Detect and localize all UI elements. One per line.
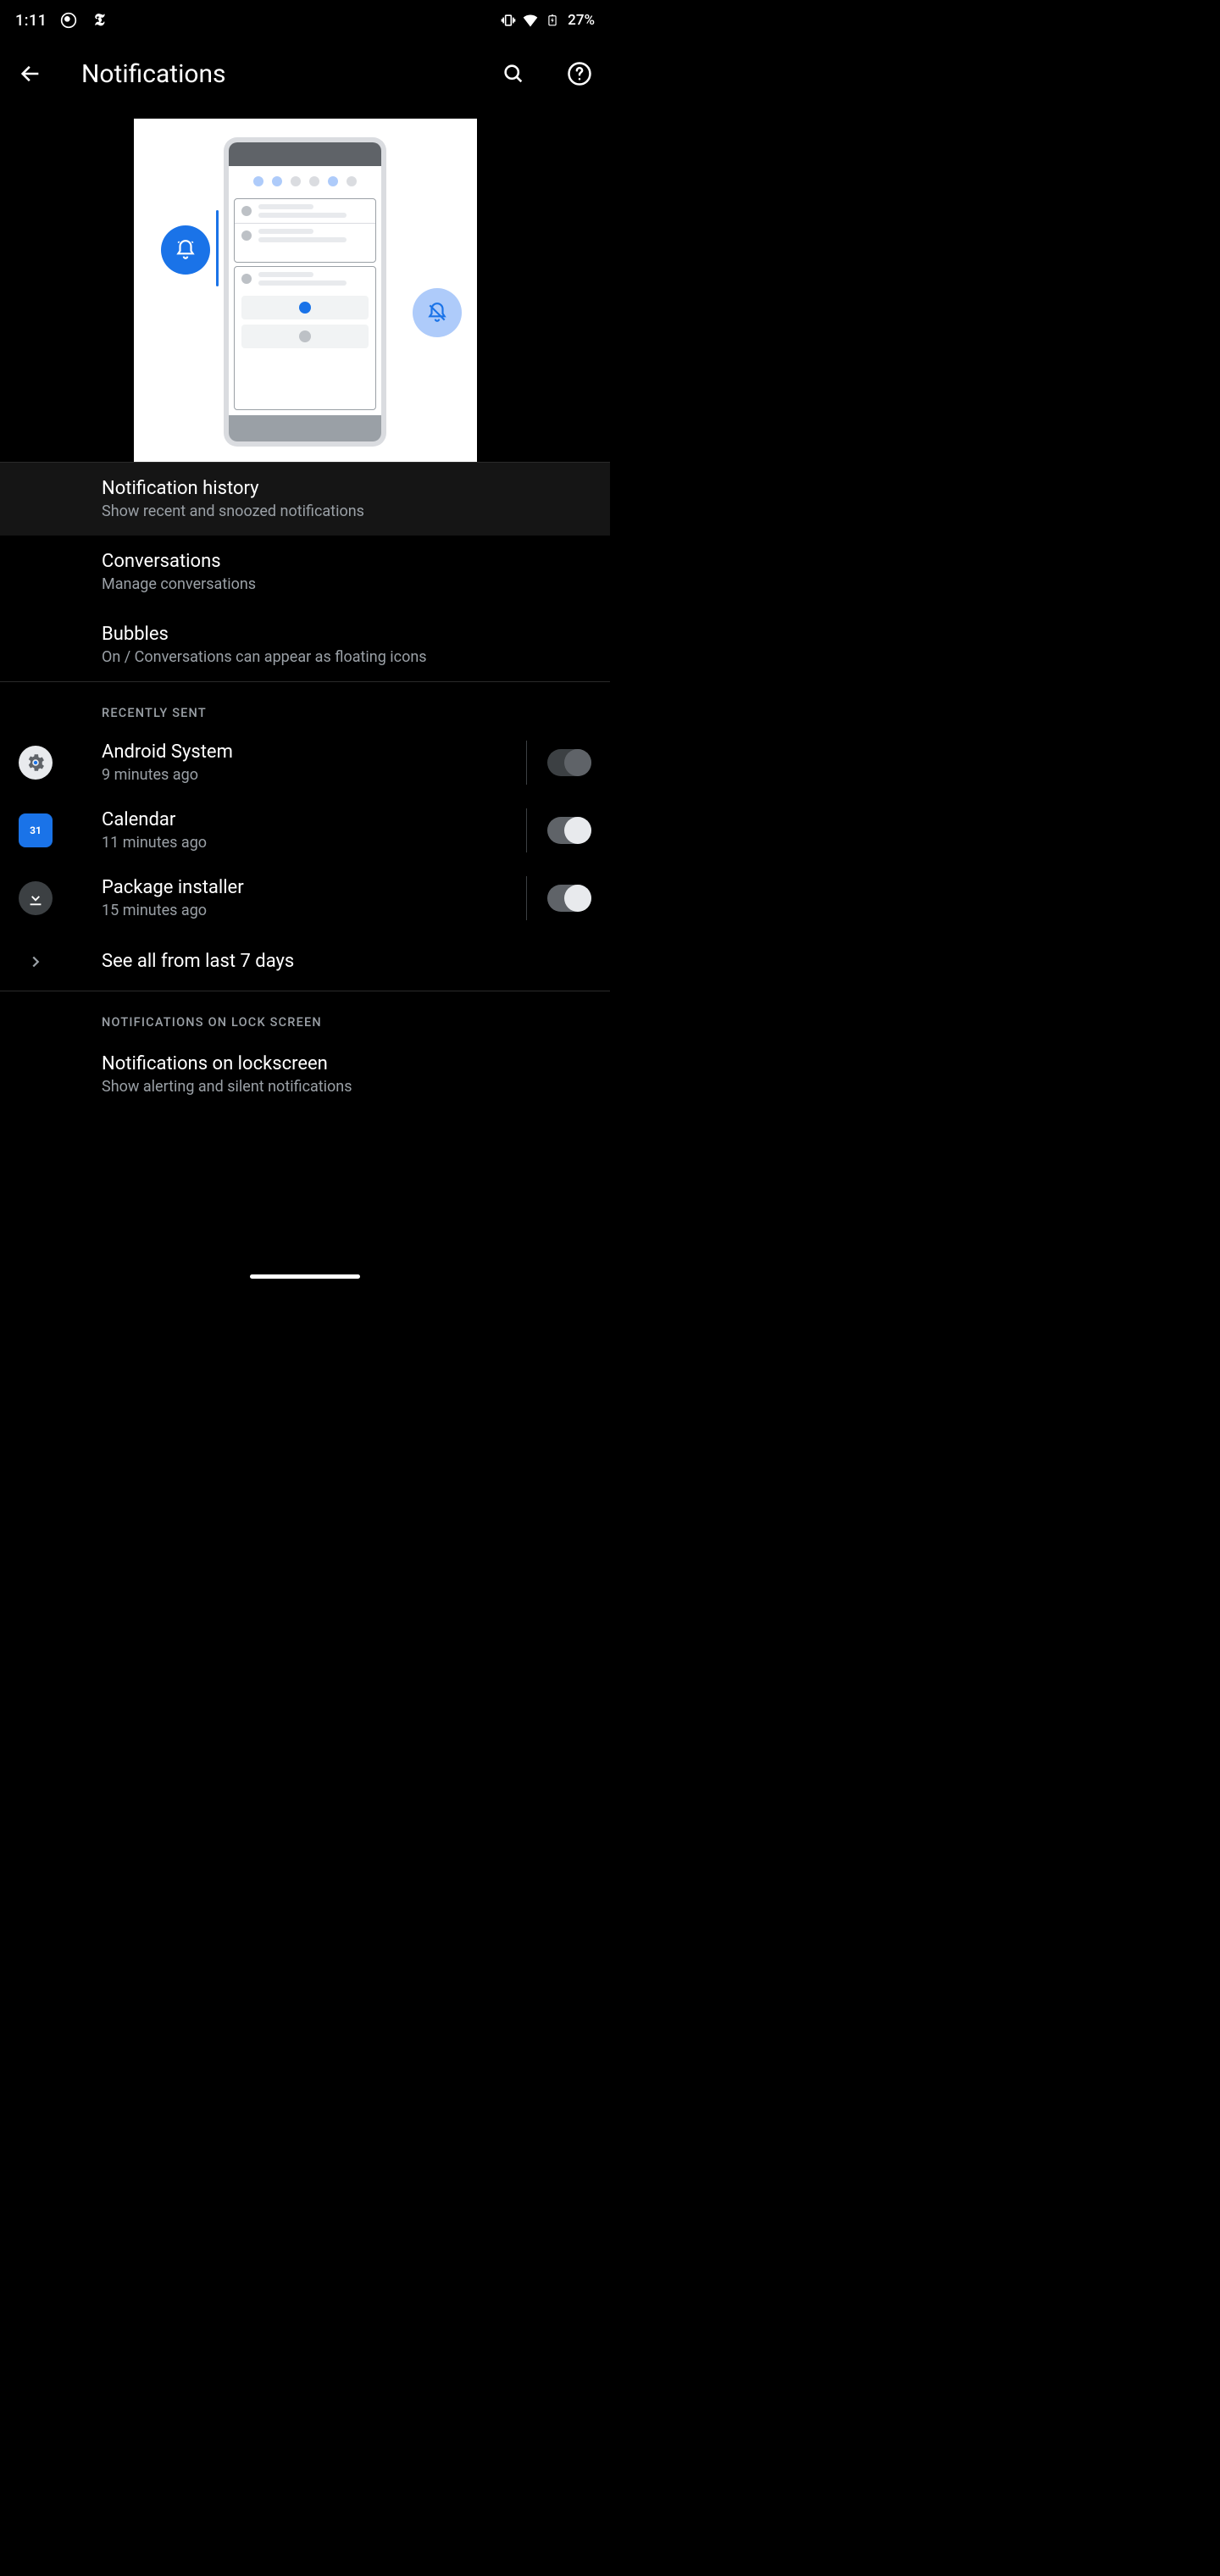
item-subtitle: Show alerting and silent notifications: [102, 1078, 591, 1096]
vibrate-icon: [500, 12, 517, 29]
dnd-icon: [60, 12, 77, 29]
battery-charging-icon: [544, 12, 561, 29]
item-title: Notification history: [102, 478, 591, 499]
divider: [526, 741, 527, 785]
status-time: 1:11: [15, 12, 47, 30]
divider: [526, 876, 527, 920]
recent-app-calendar[interactable]: 31 Calendar 11 minutes ago: [0, 797, 610, 864]
recent-text: Android System 9 minutes ago: [102, 741, 519, 784]
settings-icon: [19, 746, 53, 780]
app-time: 15 minutes ago: [102, 902, 519, 919]
app-name: Calendar: [102, 809, 519, 830]
status-left: 1:11 𝕿: [15, 12, 108, 30]
search-button[interactable]: [495, 55, 532, 92]
hero-bar-left: [216, 210, 219, 286]
item-title: Conversations: [102, 551, 591, 572]
recent-text: Package installer 15 minutes ago: [102, 877, 519, 919]
recent-section-header: RECENTLY SENT: [0, 682, 610, 729]
search-icon: [502, 62, 525, 86]
conversations-item[interactable]: Conversations Manage conversations: [0, 536, 610, 608]
item-subtitle: Manage conversations: [102, 575, 591, 593]
recent-app-android-system[interactable]: Android System 9 minutes ago: [0, 729, 610, 797]
app-time: 9 minutes ago: [102, 766, 519, 784]
nyt-icon: 𝕿: [91, 12, 108, 29]
bell-off-icon: [413, 288, 462, 337]
help-icon: [567, 61, 592, 86]
app-name: Package installer: [102, 877, 519, 898]
notification-history-item[interactable]: Notification history Show recent and sno…: [0, 463, 610, 536]
divider: [526, 808, 527, 852]
calendar-badge: 31: [30, 824, 42, 836]
recent-text: Calendar 11 minutes ago: [102, 809, 519, 852]
item-title: Bubbles: [102, 624, 591, 645]
back-button[interactable]: [12, 55, 49, 92]
toggle-package-installer[interactable]: [547, 885, 591, 912]
calendar-icon: 31: [19, 813, 53, 847]
page-title: Notifications: [81, 59, 466, 89]
item-title: Notifications on lockscreen: [102, 1053, 591, 1074]
app-time: 11 minutes ago: [102, 834, 519, 852]
lockscreen-section-header: NOTIFICATIONS ON LOCK SCREEN: [0, 991, 610, 1038]
notifications-illustration: [134, 119, 477, 462]
item-subtitle: On / Conversations can appear as floatin…: [102, 648, 591, 666]
download-icon: [19, 881, 53, 915]
help-button[interactable]: [561, 55, 598, 92]
app-name: Android System: [102, 741, 519, 763]
app-bar: Notifications: [0, 41, 610, 107]
status-right: 27%: [500, 12, 595, 29]
recent-app-package-installer[interactable]: Package installer 15 minutes ago: [0, 864, 610, 932]
item-subtitle: Show recent and snoozed notifications: [102, 502, 591, 520]
bell-active-icon: [161, 225, 210, 275]
settings-list: Notification history Show recent and sno…: [0, 463, 610, 1106]
status-bar: 1:11 𝕿 27%: [0, 0, 610, 41]
battery-percentage: 27%: [568, 12, 595, 29]
see-all-item[interactable]: See all from last 7 days: [0, 932, 610, 991]
gesture-nav-bar[interactable]: [0, 1264, 610, 1288]
see-all-label: See all from last 7 days: [102, 951, 294, 972]
hero-phone: [224, 137, 386, 447]
wifi-icon: [522, 12, 539, 29]
bubbles-item[interactable]: Bubbles On / Conversations can appear as…: [0, 608, 610, 681]
arrow-left-icon: [19, 62, 42, 86]
chevron-right-icon: [19, 952, 53, 971]
nav-handle: [250, 1274, 360, 1279]
lockscreen-item[interactable]: Notifications on lockscreen Show alertin…: [0, 1038, 610, 1106]
toggle-android-system[interactable]: [547, 749, 591, 776]
toggle-calendar[interactable]: [547, 817, 591, 844]
